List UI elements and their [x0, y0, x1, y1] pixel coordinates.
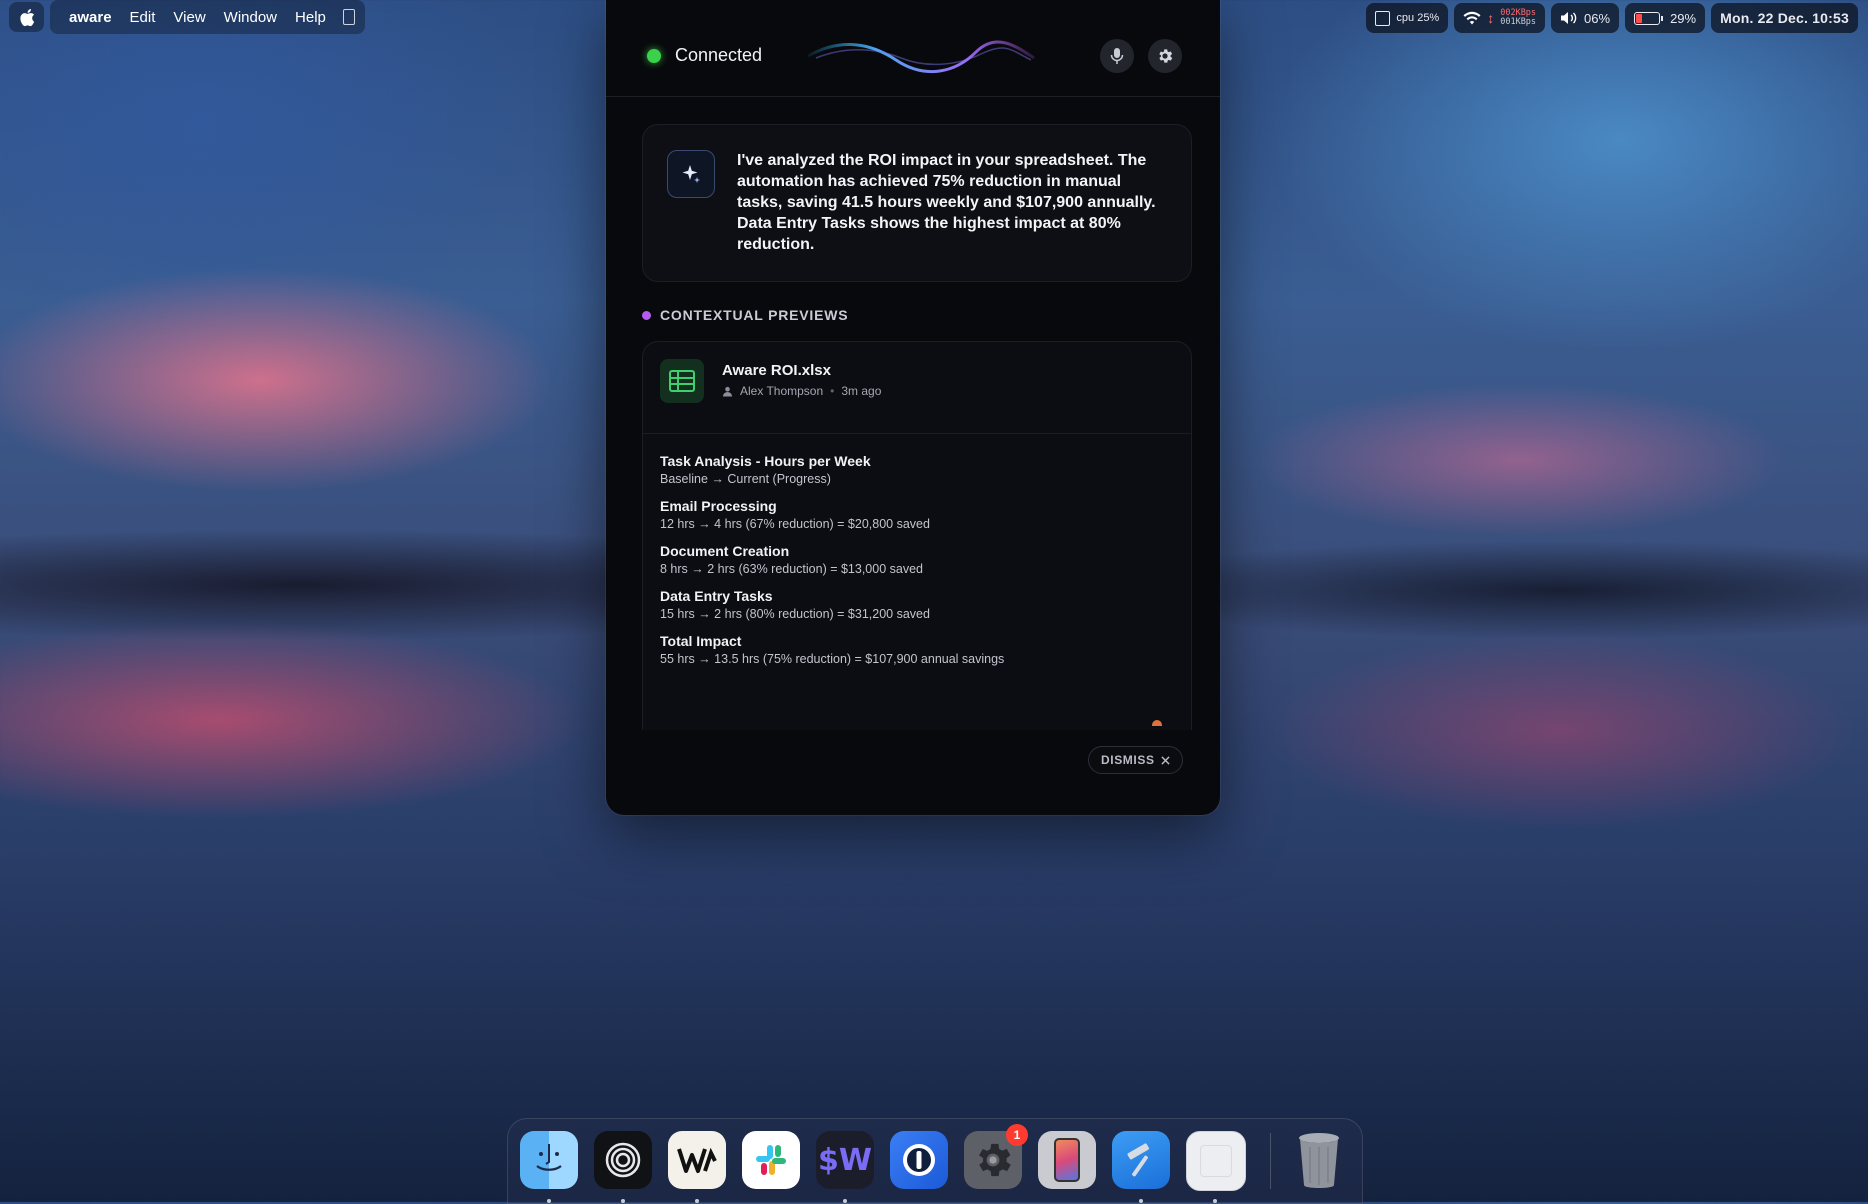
trash-icon[interactable] — [1290, 1131, 1348, 1189]
1password-icon[interactable] — [890, 1131, 948, 1189]
battery-status[interactable]: 29% — [1625, 3, 1706, 33]
assistant-message-card: I've analyzed the ROI impact in your spr… — [642, 124, 1192, 282]
settings-button[interactable] — [1148, 39, 1182, 73]
volume-value: 06% — [1584, 10, 1611, 26]
menu-view[interactable]: View — [164, 9, 214, 26]
xcode-icon[interactable] — [1112, 1131, 1170, 1189]
aware-panel: Connected I've analyzed the ROI impact i… — [606, 0, 1220, 815]
running-indicator — [621, 1199, 625, 1203]
file-author: Alex Thompson — [740, 384, 824, 398]
section-dot — [642, 310, 651, 320]
block-title: Email Processing — [660, 498, 777, 514]
slack-icon[interactable] — [742, 1131, 800, 1189]
separator-dot: • — [830, 384, 835, 398]
microphone-button[interactable] — [1100, 39, 1134, 73]
notification-badge: 1 — [1006, 1124, 1028, 1146]
sparkle-icon — [667, 150, 715, 198]
sw-app-icon[interactable]: $W — [816, 1131, 874, 1189]
dock-separator — [1270, 1133, 1271, 1189]
battery-icon — [1634, 11, 1664, 25]
list-item: Task Analysis - Hours per Week Baseline … — [660, 452, 1170, 488]
indicator-dot — [1152, 720, 1162, 726]
spiral-app-icon[interactable] — [594, 1131, 652, 1189]
net-down: 001KBps — [1500, 17, 1537, 27]
device-icon[interactable] — [342, 9, 355, 25]
audio-wave-icon — [807, 40, 1035, 74]
microphone-icon — [1110, 48, 1124, 64]
block-title: Total Impact — [660, 633, 742, 649]
block-detail: 12 hrs → 4 hrs (67% reduction) = $20,800… — [660, 517, 930, 531]
file-name[interactable]: Aware ROI.xlsx — [722, 362, 831, 379]
list-item: Email Processing 12 hrs → 4 hrs (67% red… — [660, 497, 1170, 533]
dismiss-button[interactable]: DISMISS — [1088, 746, 1183, 774]
block-detail: Baseline → Current (Progress) — [660, 472, 831, 486]
speaker-icon — [1561, 12, 1577, 24]
wifi-icon — [1463, 11, 1481, 25]
iphone-mirroring-icon[interactable] — [1038, 1131, 1096, 1189]
block-title: Task Analysis - Hours per Week — [660, 453, 871, 469]
running-indicator — [843, 1199, 847, 1203]
network-monitor[interactable]: ↕ 002KBps 001KBps — [1454, 3, 1546, 33]
net-speed: 002KBps 001KBps — [1500, 9, 1536, 27]
clock[interactable]: Mon. 22 Dec. 10:53 — [1711, 3, 1858, 33]
status-area: cpu 25% ↕ 002KBps 001KBps 06% 29% Mon. 2… — [1366, 3, 1858, 33]
dismiss-label: DISMISS — [1101, 753, 1155, 767]
panel-header: Connected — [606, 0, 1220, 97]
list-item: Total Impact 55 hrs → 13.5 hrs (75% redu… — [660, 632, 1170, 668]
battery-value: 29% — [1670, 10, 1697, 26]
list-item: Data Entry Tasks 15 hrs → 2 hrs (80% red… — [660, 587, 1170, 623]
writer-app-icon[interactable] — [668, 1131, 726, 1189]
running-indicator — [547, 1199, 551, 1203]
block-title: Data Entry Tasks — [660, 588, 773, 604]
volume-control[interactable]: 06% — [1551, 3, 1620, 33]
datetime: Mon. 22 Dec. 10:53 — [1720, 10, 1849, 26]
block-detail: 15 hrs → 2 hrs (80% reduction) = $31,200… — [660, 607, 930, 621]
dock: $W 1 — [507, 1118, 1363, 1204]
menu-app-name[interactable]: aware — [60, 9, 121, 26]
menu-help[interactable]: Help — [286, 9, 335, 26]
arrows-icon: ↕ — [1487, 10, 1495, 26]
file-header[interactable]: Aware ROI.xlsx Alex Thompson • 3m ago — [643, 342, 1191, 434]
finder-icon[interactable] — [520, 1131, 578, 1189]
running-indicator — [1139, 1199, 1143, 1203]
section-header: CONTEXTUAL PREVIEWS — [642, 307, 848, 323]
spreadsheet-icon — [660, 359, 704, 403]
close-icon — [1160, 755, 1170, 765]
block-detail: 8 hrs → 2 hrs (63% reduction) = $13,000 … — [660, 562, 923, 576]
file-preview-card[interactable]: Aware ROI.xlsx Alex Thompson • 3m ago Ta… — [642, 341, 1192, 730]
block-detail: 55 hrs → 13.5 hrs (75% reduction) = $107… — [660, 652, 1005, 666]
menu-edit[interactable]: Edit — [121, 9, 165, 26]
connection-status-dot — [647, 49, 661, 63]
cpu-monitor[interactable]: cpu 25% — [1366, 3, 1449, 33]
blank-app-icon[interactable] — [1186, 1131, 1246, 1191]
gear-icon — [1159, 49, 1173, 63]
running-indicator — [695, 1199, 699, 1203]
apple-menu-icon[interactable] — [9, 2, 44, 32]
app-menu: aware Edit View Window Help — [50, 0, 365, 34]
menu-window[interactable]: Window — [215, 9, 286, 26]
file-time: 3m ago — [841, 384, 882, 398]
connection-status: Connected — [675, 45, 763, 65]
system-settings-icon[interactable]: 1 — [964, 1124, 1028, 1189]
cpu-value: cpu 25% — [1396, 12, 1440, 24]
block-title: Document Creation — [660, 543, 790, 559]
user-icon — [722, 386, 733, 397]
assistant-message: I've analyzed the ROI impact in your spr… — [737, 152, 1156, 253]
section-title: CONTEXTUAL PREVIEWS — [660, 307, 849, 323]
list-item: Document Creation 8 hrs → 2 hrs (63% red… — [660, 542, 1170, 578]
preview-content: Task Analysis - Hours per Week Baseline … — [660, 452, 1170, 677]
running-indicator — [1213, 1199, 1217, 1203]
cpu-icon — [1375, 10, 1391, 26]
file-meta: Alex Thompson • 3m ago — [722, 384, 881, 398]
